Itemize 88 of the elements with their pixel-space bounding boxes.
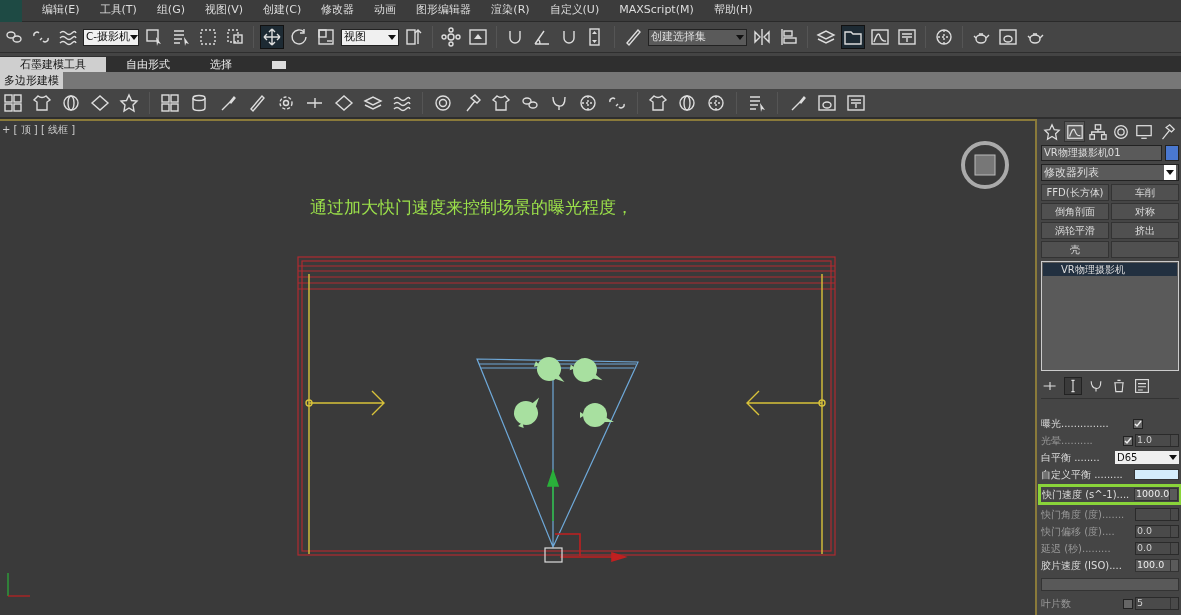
menu-item[interactable]: 图形编辑器	[406, 2, 482, 19]
parameter-label: 快门角度 (度).......	[1041, 508, 1126, 522]
dropdown[interactable]: 视图	[341, 28, 399, 46]
stack-tool-button[interactable]	[1133, 377, 1151, 395]
teapot-drawing	[514, 397, 540, 429]
curve-editor-icon	[870, 27, 890, 47]
configure-icon	[1134, 378, 1150, 394]
upload-icon	[468, 27, 488, 47]
mirror-icon	[752, 27, 772, 47]
modifier-button[interactable]: 壳	[1041, 241, 1109, 258]
align-icon	[779, 27, 799, 47]
modifier-button[interactable]: 车削	[1111, 184, 1179, 201]
menu-item[interactable]: 工具(T)	[89, 2, 147, 19]
name-field[interactable]: VR物理摄影机01	[1041, 145, 1163, 161]
menu-item[interactable]: 组(G)	[146, 2, 195, 19]
parameter-label: 延迟 (秒).........	[1041, 542, 1112, 556]
ribbon-tab[interactable]: 自由形式	[106, 57, 190, 72]
render-frame-icon	[998, 27, 1018, 47]
dashed-square-icon	[198, 27, 218, 47]
dropdown[interactable]: D65	[1115, 451, 1179, 464]
crossing-select-icon	[225, 27, 245, 47]
modifier-list-dropdown[interactable]: 修改器列表	[1041, 164, 1179, 181]
viewport-label[interactable]: + [ 顶 ] [ 线框 ]	[2, 122, 76, 137]
curve-editor-icon	[1065, 122, 1084, 141]
parameter-label: 叶片数	[1041, 597, 1072, 611]
star-icon	[1042, 122, 1061, 141]
motion-icon	[1111, 122, 1130, 141]
teapot-drawing	[533, 357, 565, 383]
trash-icon	[1111, 378, 1127, 394]
select-by-name-icon	[171, 27, 191, 47]
color-swatch[interactable]	[1165, 145, 1179, 161]
teapot-drawing	[580, 403, 614, 427]
menu-item[interactable]: 编辑(E)	[32, 2, 90, 19]
camera-drawing	[544, 547, 563, 563]
parameter-label: 快门速度 (s^-1)....	[1042, 488, 1131, 502]
menu-item[interactable]: MAXScript(M)	[609, 2, 704, 19]
stack-item[interactable]: VR物理摄影机	[1043, 263, 1177, 276]
move-icon	[262, 27, 282, 47]
checkbox[interactable]	[1133, 418, 1143, 429]
pivot-icon	[404, 27, 424, 47]
toolbar-button[interactable]	[841, 25, 865, 49]
menu-item[interactable]: 动画	[364, 2, 407, 19]
hierarchy-icon	[1088, 122, 1107, 141]
color-swatch[interactable]	[1134, 469, 1179, 480]
parameter-label: 快门偏移 (度)....	[1041, 525, 1116, 539]
ribbon-tab[interactable]: 选择	[190, 57, 252, 72]
modifier-button[interactable]: 对称	[1111, 203, 1179, 220]
axis-tripod-drawing	[7, 572, 31, 597]
modifier-button[interactable]: 挤出	[1111, 222, 1179, 239]
stack-tool-button[interactable]	[1064, 377, 1082, 395]
fork-icon	[1088, 378, 1104, 394]
layers-icon	[816, 27, 836, 47]
menu-item[interactable]: 视图(V)	[194, 2, 254, 19]
modifier-button[interactable]: 涡轮平滑	[1041, 222, 1109, 239]
toolbar-button[interactable]	[260, 25, 284, 49]
pencil-icon	[623, 27, 643, 47]
parameter-label: 胶片速度 (ISO)....	[1041, 559, 1123, 573]
viewcube-icon[interactable]	[961, 141, 1009, 189]
spinner-field[interactable]: 100.0	[1135, 559, 1179, 572]
panel-tab[interactable]	[1064, 121, 1085, 142]
ribbon-tab[interactable]: 石墨建模工具	[0, 57, 106, 72]
menu-item[interactable]: 自定义(U)	[539, 2, 610, 19]
material-ball-icon	[934, 27, 954, 47]
panel-tab[interactable]	[1041, 121, 1062, 142]
parameter-label: 白平衡 ........	[1041, 451, 1101, 465]
menu-item[interactable]: 帮助(H)	[703, 2, 763, 19]
menu-item[interactable]: 修改器	[311, 2, 365, 19]
nodes-icon	[441, 27, 461, 47]
dropdown[interactable]: 创建选择集	[648, 28, 747, 46]
menu-item[interactable]: 创建(C)	[253, 2, 312, 19]
panel-tab[interactable]: 多边形建模	[0, 72, 63, 89]
modifier-button[interactable]: 倒角剖面	[1041, 203, 1109, 220]
rotate-icon	[289, 27, 309, 47]
annotation-text: 通过加大快门速度来控制场景的曝光程度，	[310, 196, 633, 219]
schematic-icon	[897, 27, 917, 47]
toolbar-button[interactable]	[439, 25, 463, 49]
spinner-field[interactable]: 1000.0	[1134, 488, 1178, 501]
parameter-label: 曝光...............	[1041, 417, 1110, 431]
panel-tab[interactable]	[1087, 121, 1108, 142]
parameter-label: 自定义平衡 .........	[1041, 468, 1124, 482]
parameter-label: 光晕..........	[1041, 434, 1094, 448]
modifier-button[interactable]: FFD(长方体)	[1041, 184, 1109, 201]
monitor-icon	[1134, 122, 1153, 141]
scale-icon	[316, 27, 336, 47]
teapot-drawing	[569, 358, 603, 382]
select-object-icon	[144, 27, 164, 47]
menu-item[interactable]: 渲染(R)	[481, 2, 540, 19]
dropdown[interactable]: C-摄影机	[83, 28, 139, 46]
